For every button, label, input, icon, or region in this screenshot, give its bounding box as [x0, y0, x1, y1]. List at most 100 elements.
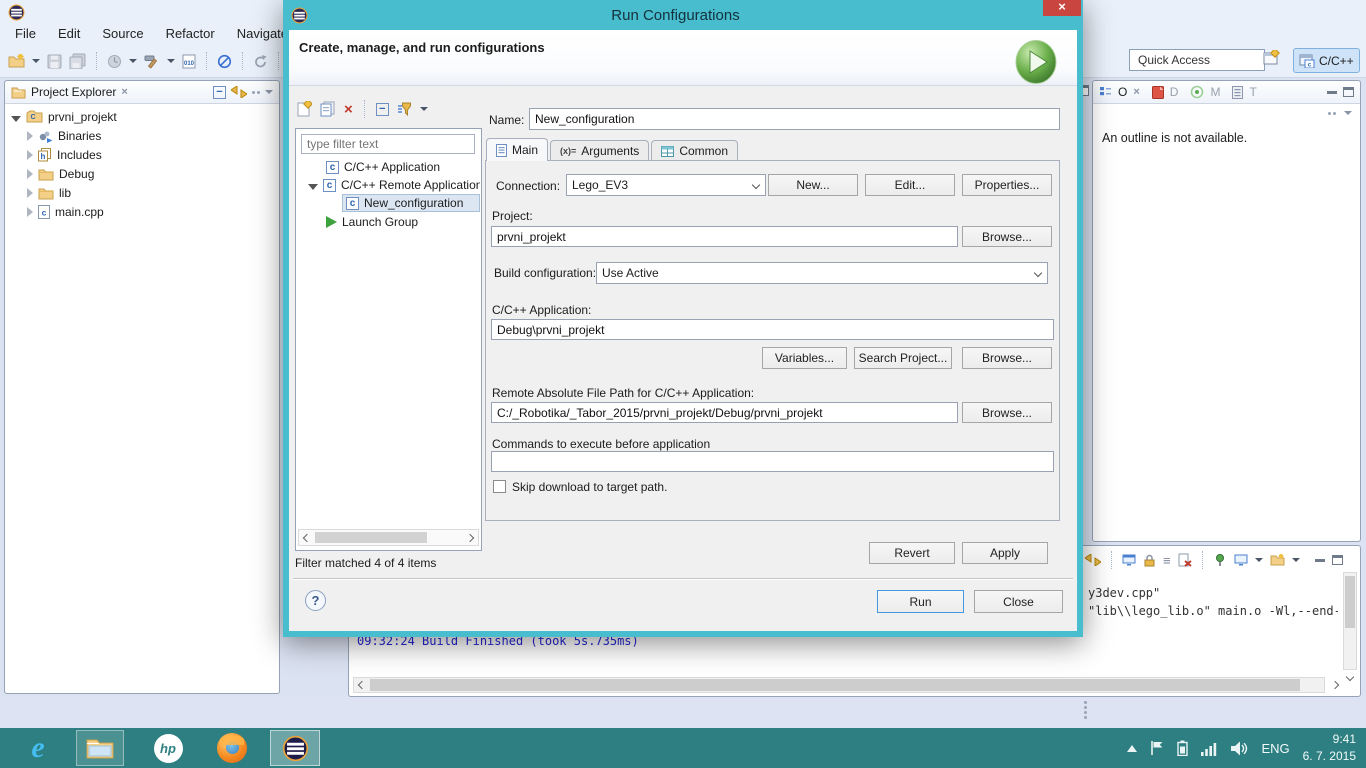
quick-access-input[interactable]: Quick Access	[1129, 49, 1265, 71]
menu-file[interactable]: File	[4, 26, 47, 41]
app-browse-button[interactable]: Browse...	[962, 347, 1052, 369]
console-switch-icon[interactable]	[1085, 554, 1101, 566]
remote-path-input[interactable]	[491, 402, 958, 423]
clear-console-icon[interactable]	[1178, 553, 1192, 567]
view-menu-dots-icon[interactable]	[1328, 112, 1336, 115]
expanded-arrow-icon[interactable]	[11, 116, 21, 122]
action-center-flag-icon[interactable]	[1150, 740, 1164, 756]
collapse-all-icon[interactable]: −	[213, 86, 226, 99]
pin-console-icon[interactable]	[1213, 553, 1227, 567]
language-indicator[interactable]: ENG	[1261, 741, 1289, 756]
new-launch-config-icon[interactable]	[297, 101, 312, 117]
tree-row-project[interactable]: C prvni_projekt	[11, 108, 117, 126]
launch-history-icon[interactable]	[107, 54, 122, 69]
console-vscrollbar[interactable]	[1343, 572, 1357, 670]
tab-main[interactable]: Main	[486, 138, 548, 161]
connection-combo[interactable]: Lego_EV3	[566, 174, 766, 196]
dialog-close-button[interactable]: ×	[1043, 0, 1081, 16]
scroll-down-icon[interactable]	[1346, 673, 1354, 681]
open-perspective-icon[interactable]	[1263, 50, 1281, 66]
collapsed-arrow-icon[interactable]	[27, 131, 33, 141]
run-button[interactable]: Run	[877, 590, 964, 613]
close-button[interactable]: Close	[974, 590, 1063, 613]
tree-row-binaries[interactable]: Binaries	[27, 127, 101, 145]
scroll-right-icon[interactable]	[466, 534, 474, 542]
app-input[interactable]	[491, 319, 1054, 340]
show-hidden-icons[interactable]	[1127, 740, 1137, 752]
word-wrap-icon[interactable]: ≡	[1163, 553, 1171, 568]
scroll-left-icon[interactable]	[303, 534, 311, 542]
delete-config-icon[interactable]: ×	[344, 102, 353, 117]
show-console-on-output-icon[interactable]	[1122, 554, 1136, 566]
clock[interactable]: 9:41 6. 7. 2015	[1303, 731, 1356, 766]
config-tree-row-remote[interactable]: c C/C++ Remote Application	[308, 176, 480, 194]
config-tree-hscrollbar[interactable]	[298, 529, 479, 546]
tab-task-list[interactable]: T	[1249, 85, 1256, 99]
project-input[interactable]	[491, 226, 958, 247]
filter-dropdown-icon[interactable]	[420, 107, 428, 111]
variables-button[interactable]: Variables...	[762, 347, 847, 369]
menu-edit[interactable]: Edit	[47, 26, 91, 41]
commands-input[interactable]	[491, 451, 1054, 472]
tree-row-debug[interactable]: Debug	[27, 165, 94, 183]
taskbar-explorer-button[interactable]	[76, 730, 124, 766]
project-browse-button[interactable]: Browse...	[962, 226, 1052, 247]
maximize-panel-icon[interactable]	[1343, 87, 1354, 97]
display-console-dropdown-icon[interactable]	[1255, 558, 1263, 562]
config-filter-input[interactable]	[301, 134, 475, 154]
remote-browse-button[interactable]: Browse...	[962, 402, 1052, 423]
filter-config-icon[interactable]	[397, 102, 412, 116]
maximize-panel-icon[interactable]	[1332, 555, 1343, 565]
network-signal-icon[interactable]	[1201, 741, 1218, 756]
tab-common[interactable]: Common	[651, 140, 738, 161]
skip-breakpoints-icon[interactable]	[217, 54, 232, 69]
build-config-combo[interactable]: Use Active	[596, 262, 1048, 284]
properties-button[interactable]: Properties...	[962, 174, 1052, 196]
view-menu-icon[interactable]	[1344, 111, 1352, 115]
tree-row-maincpp[interactable]: c main.cpp	[27, 203, 104, 221]
refresh-icon[interactable]	[253, 54, 268, 69]
config-tree-row-newconfig[interactable]: c New_configuration	[342, 194, 480, 212]
open-console-dropdown-icon[interactable]	[1292, 558, 1300, 562]
perspective-cpp-button[interactable]: c C/C++	[1293, 48, 1360, 73]
collapsed-arrow-icon[interactable]	[27, 188, 33, 198]
collapse-all-icon[interactable]: −	[376, 103, 389, 116]
console-hscrollbar[interactable]	[353, 677, 1325, 693]
view-menu-dots-icon[interactable]	[252, 91, 260, 94]
config-tree-row-capp[interactable]: c C/C++ Application	[326, 158, 440, 176]
binary-file-icon[interactable]: 010	[182, 54, 196, 69]
duplicate-config-icon[interactable]	[320, 101, 336, 117]
project-explorer-close-icon[interactable]: ×	[121, 86, 127, 98]
link-with-editor-icon[interactable]	[231, 86, 247, 98]
apply-button[interactable]: Apply	[962, 542, 1048, 564]
config-tree-row-launchgroup[interactable]: Launch Group	[326, 213, 418, 231]
tree-row-includes[interactable]: h Includes	[27, 146, 102, 164]
menu-refactor[interactable]: Refactor	[155, 26, 226, 41]
edit-button[interactable]: Edit...	[865, 174, 955, 196]
tab-documentation[interactable]: D	[1170, 85, 1179, 99]
volume-icon[interactable]	[1231, 741, 1248, 756]
save-icon[interactable]	[47, 54, 62, 69]
taskbar-ie-button[interactable]: e	[14, 728, 62, 768]
taskbar-eclipse-button[interactable]	[270, 730, 320, 766]
new-wizard-icon[interactable]	[8, 54, 25, 68]
search-project-button[interactable]: Search Project...	[854, 347, 952, 369]
scroll-left-icon[interactable]	[358, 681, 366, 689]
menu-source[interactable]: Source	[91, 26, 154, 41]
build-hammer-icon[interactable]	[144, 54, 160, 69]
scroll-lock-icon[interactable]	[1143, 554, 1156, 567]
minimize-panel-icon[interactable]	[1315, 559, 1325, 562]
minimize-panel-icon[interactable]	[1327, 91, 1337, 94]
tab-outline[interactable]: O	[1118, 85, 1127, 99]
display-console-icon[interactable]	[1234, 554, 1248, 566]
save-all-icon[interactable]	[69, 53, 86, 69]
tree-row-lib[interactable]: lib	[27, 184, 71, 202]
revert-button[interactable]: Revert	[869, 542, 955, 564]
launch-history-dropdown-icon[interactable]	[129, 59, 137, 63]
name-input[interactable]	[529, 108, 1060, 130]
help-icon[interactable]: ?	[305, 590, 326, 611]
new-wizard-dropdown-icon[interactable]	[32, 59, 40, 63]
taskbar-firefox-button[interactable]	[208, 728, 256, 768]
tab-arguments[interactable]: (x)= Arguments	[550, 140, 649, 161]
build-dropdown-icon[interactable]	[167, 59, 175, 63]
